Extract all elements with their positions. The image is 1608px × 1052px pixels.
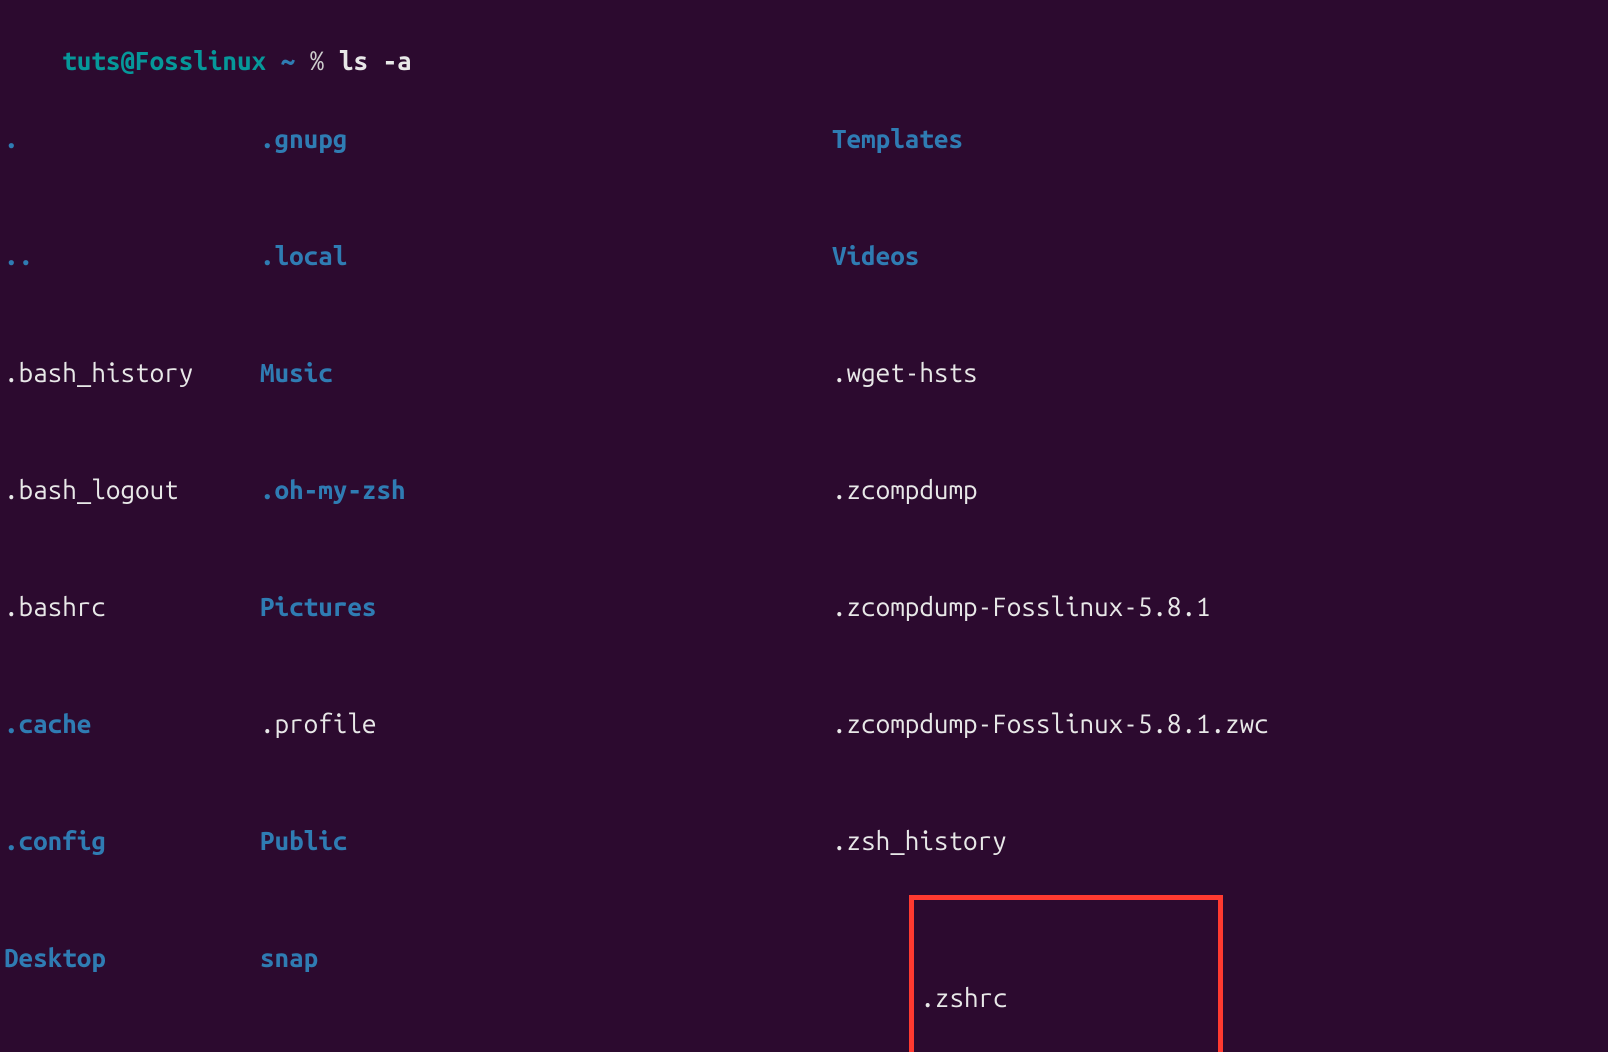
list-item: .. (4, 236, 260, 275)
terminal-window[interactable]: tuts@Fosslinux ~ % ls -a . .. .bash_hist… (0, 0, 1608, 1052)
list-item: Music (260, 353, 832, 392)
listing-column-1: . .. .bash_history .bash_logout .bashrc … (4, 41, 260, 1052)
ls-output: . .. .bash_history .bash_logout .bashrc … (4, 41, 1604, 1052)
list-item: .zcompdump-Fosslinux-5.8.1.zwc (832, 704, 1604, 743)
list-item: Public (260, 821, 832, 860)
list-item: .bash_history (4, 353, 260, 392)
list-item: .local (260, 236, 832, 275)
list-item: Pictures (260, 587, 832, 626)
list-item: snap (260, 938, 832, 977)
list-item: Templates (832, 119, 1604, 158)
listing-column-2: .gnupg .local Music .oh-my-zsh Pictures … (260, 41, 832, 1052)
list-item: .bash_logout (4, 470, 260, 509)
list-item: .zcompdump (832, 470, 1604, 509)
list-item: Videos (832, 236, 1604, 275)
list-item: .oh-my-zsh (260, 470, 832, 509)
list-item: .cache (4, 704, 260, 743)
list-item: .wget-hsts (832, 353, 1604, 392)
listing-column-3: Templates Videos .wget-hsts .zcompdump .… (832, 41, 1604, 1052)
list-item: Desktop (4, 938, 260, 977)
list-item: .bashrc (4, 587, 260, 626)
list-item-highlighted: .zshrc (920, 978, 1211, 1017)
list-item: .profile (260, 704, 832, 743)
list-item: . (4, 119, 260, 158)
list-item: .gnupg (260, 119, 832, 158)
list-item: .config (4, 821, 260, 860)
list-item: .zcompdump-Fosslinux-5.8.1 (832, 587, 1604, 626)
highlight-annotation: .zshrc .zshrc.pre-oh-my-zsh (909, 895, 1222, 1052)
prompt-line-1: tuts@Fosslinux ~ % ls -a (4, 2, 1604, 41)
list-item: .zsh_history (832, 821, 1604, 860)
